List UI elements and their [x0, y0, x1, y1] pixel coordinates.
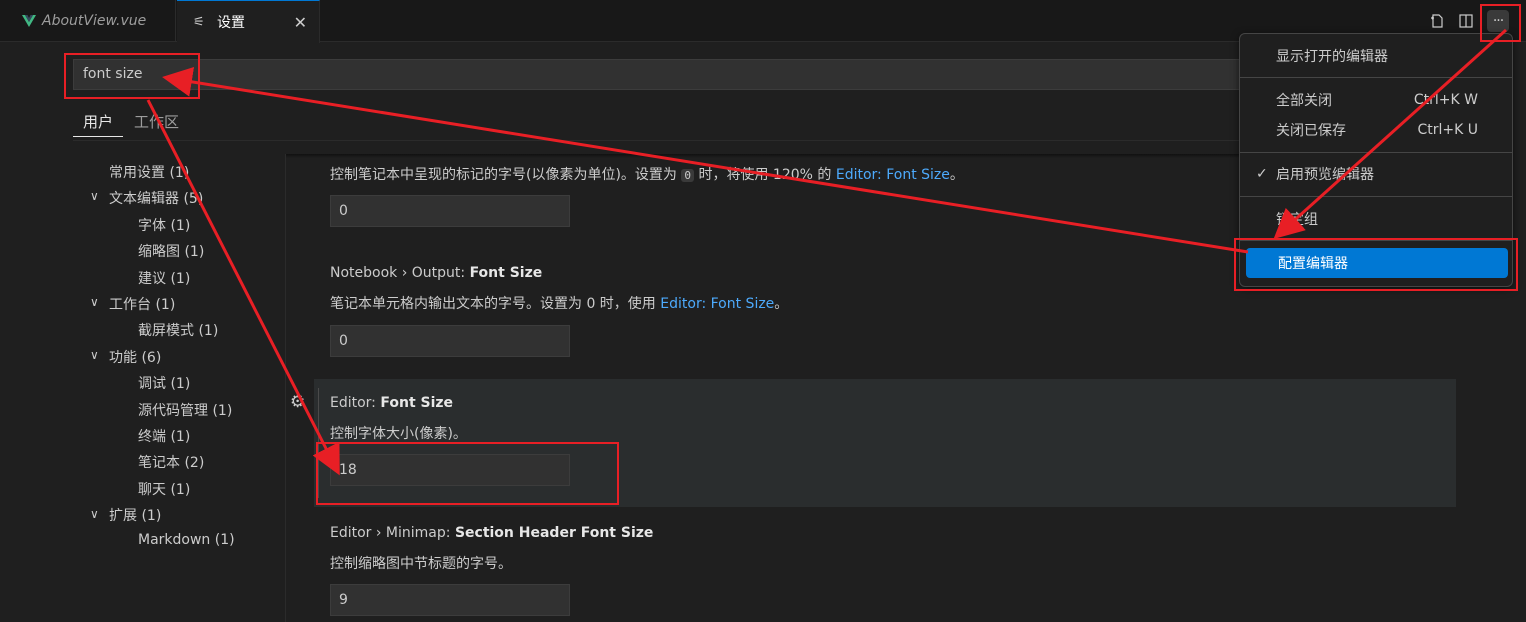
toc-item-notebook[interactable]: 笔记本 (2) — [138, 452, 204, 472]
setting-description: 控制缩略图中节标题的字号。 — [330, 556, 512, 572]
annotation-box-configure — [1234, 238, 1518, 291]
active-tab-indicator — [73, 136, 123, 137]
menu-item-close-all[interactable]: 全部关闭 Ctrl+K W — [1244, 85, 1508, 115]
toc-item-text-editor[interactable]: 文本编辑器 (5) — [109, 188, 203, 208]
annotation-box-font-size — [316, 442, 619, 505]
setting-title: Editor: Font Size — [330, 395, 454, 411]
menu-separator — [1240, 77, 1512, 78]
tab-aboutview[interactable]: AboutView.vue — [0, 0, 176, 42]
minimap-header-font-size-input[interactable]: 9 — [330, 584, 570, 616]
tab-label: 设置 — [217, 15, 245, 31]
toc-item-suggest[interactable]: 建议 (1) — [138, 268, 190, 288]
tab-workspace-settings[interactable]: 工作区 — [134, 111, 179, 132]
menu-item-preview-editor[interactable]: ✓ 启用预览编辑器 — [1244, 159, 1508, 189]
setting-description: 控制字体大小(像素)。 — [330, 426, 467, 442]
shortcut-label: Ctrl+K U — [1417, 122, 1478, 138]
settings-link[interactable]: Editor: Font Size — [836, 167, 950, 183]
chevron-down-icon[interactable]: ∨ — [90, 507, 99, 521]
setting-title: Editor › Minimap: Section Header Font Si… — [330, 525, 654, 541]
menu-item-close-saved[interactable]: 关闭已保存 Ctrl+K U — [1244, 115, 1508, 145]
toc-item-common[interactable]: 常用设置 (1) — [109, 162, 189, 182]
settings-link[interactable]: Editor: Font Size — [660, 296, 774, 312]
output-font-size-input[interactable]: 0 — [330, 325, 570, 357]
markup-font-size-input[interactable]: 0 — [330, 195, 570, 227]
toc-item-screencast[interactable]: 截屏模式 (1) — [138, 320, 218, 340]
setting-description: 控制笔记本中呈现的标记的字号(以像素为单位)。设置为 0 时，将使用 120% … — [330, 167, 964, 183]
setting-title: Notebook › Output: Font Size — [330, 265, 543, 281]
toc-item-scm[interactable]: 源代码管理 (1) — [138, 400, 232, 420]
toc-item-features[interactable]: 功能 (6) — [109, 347, 161, 367]
close-icon[interactable]: ✕ — [294, 13, 307, 32]
toc-item-chat[interactable]: 聊天 (1) — [138, 479, 190, 499]
menu-item-show-opened[interactable]: 显示打开的编辑器 — [1244, 41, 1508, 71]
setting-description: 笔记本单元格内输出文本的字号。设置为 0 时，使用 Editor: Font S… — [330, 296, 789, 312]
check-icon: ✓ — [1256, 166, 1268, 182]
annotation-box-search — [64, 53, 200, 99]
menu-item-lock-group[interactable]: 锁定组 — [1244, 204, 1508, 234]
chevron-down-icon[interactable]: ∨ — [90, 189, 99, 203]
settings-search-input[interactable]: font size — [73, 59, 1273, 90]
toc-item-font[interactable]: 字体 (1) — [138, 215, 190, 235]
chevron-down-icon[interactable]: ∨ — [90, 295, 99, 309]
toc-item-terminal[interactable]: 终端 (1) — [138, 426, 190, 446]
vue-icon — [22, 15, 36, 27]
chevron-down-icon[interactable]: ∨ — [90, 348, 99, 362]
settings-icon: ⚟ — [193, 14, 205, 30]
gear-icon[interactable]: ⚙ — [290, 392, 305, 412]
split-editor-icon[interactable] — [1455, 10, 1477, 32]
tab-settings[interactable]: ⚟ 设置 ✕ — [177, 0, 320, 43]
tab-label: AboutView.vue — [42, 13, 147, 29]
toc-divider — [285, 154, 286, 622]
open-changes-icon[interactable] — [1426, 10, 1448, 32]
menu-separator — [1240, 152, 1512, 153]
toc-item-extensions[interactable]: 扩展 (1) — [109, 505, 161, 525]
toc-item-minimap[interactable]: 缩略图 (1) — [138, 241, 204, 261]
tab-user-settings[interactable]: 用户 — [83, 111, 113, 132]
shortcut-label: Ctrl+K W — [1413, 92, 1478, 108]
toc-item-workbench[interactable]: 工作台 (1) — [109, 294, 175, 314]
code-chip: 0 — [681, 169, 695, 182]
toc-item-debug[interactable]: 调试 (1) — [138, 373, 190, 393]
menu-separator — [1240, 196, 1512, 197]
annotation-box-more — [1480, 4, 1521, 42]
toc-item-markdown[interactable]: Markdown (1) — [138, 532, 235, 548]
